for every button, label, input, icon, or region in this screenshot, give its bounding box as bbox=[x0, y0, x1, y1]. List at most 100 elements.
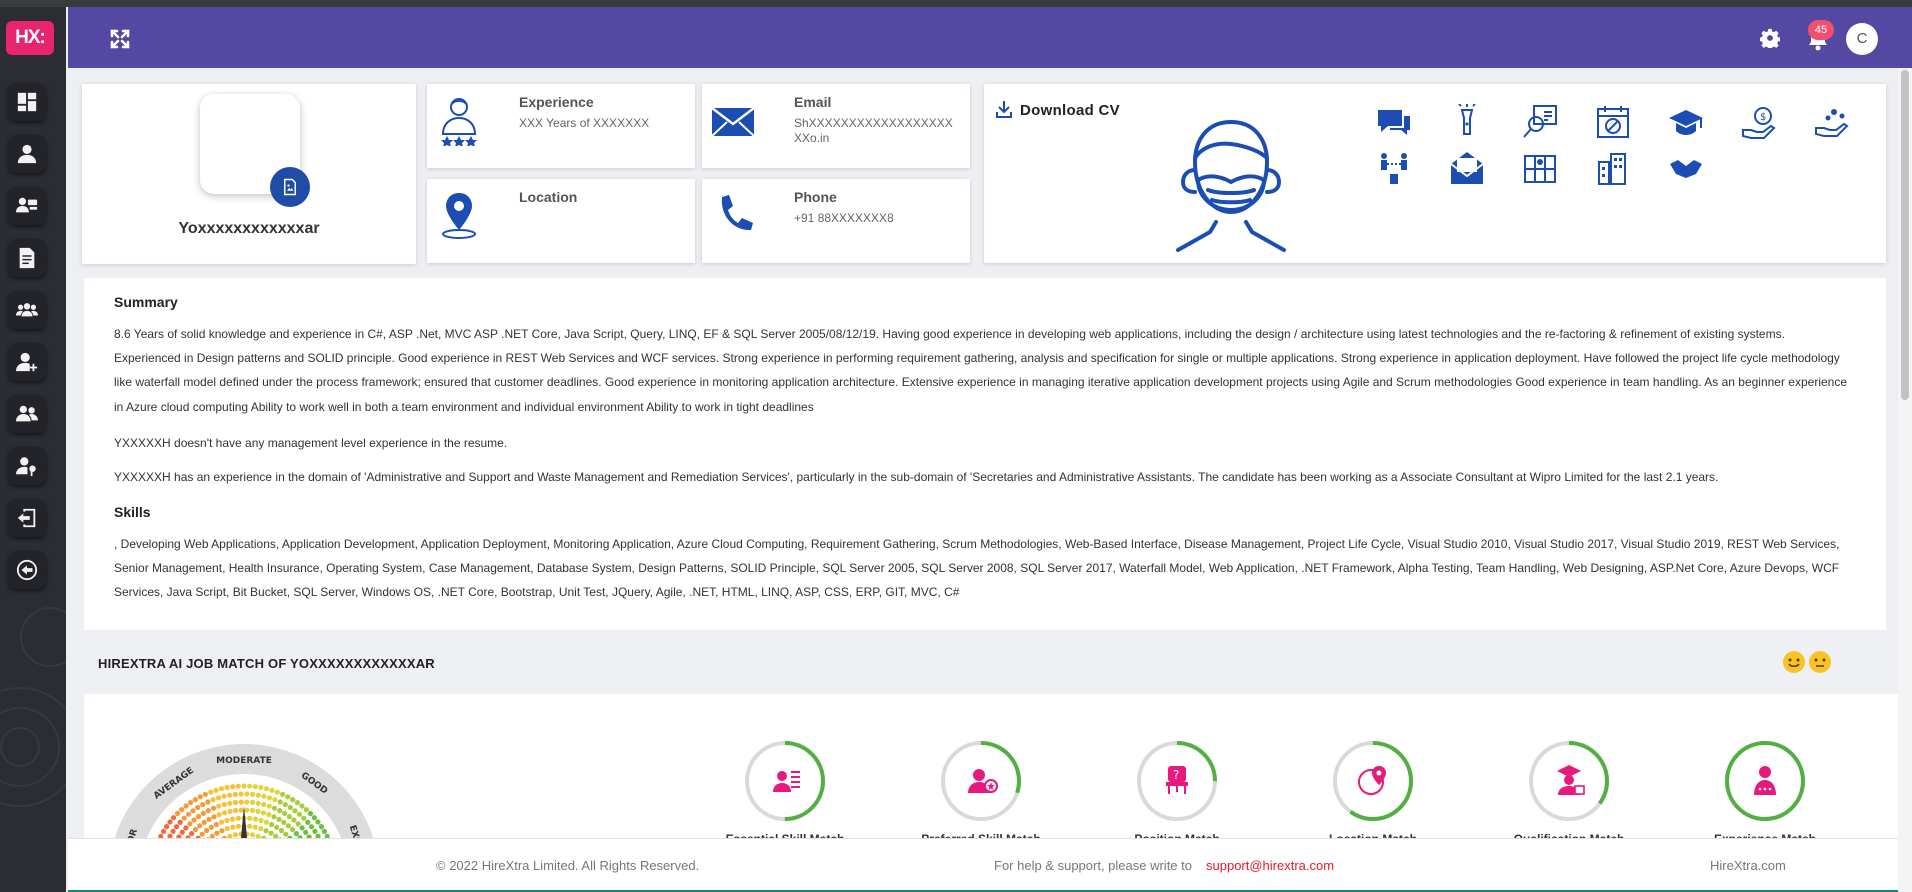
referral-icon[interactable] bbox=[1376, 150, 1412, 186]
gauge-label: MODERATE bbox=[216, 756, 272, 766]
nav-dashboard[interactable] bbox=[8, 83, 46, 121]
chat-icon[interactable] bbox=[1376, 104, 1412, 140]
notification-count-badge: 45 bbox=[1808, 20, 1834, 40]
gauge-dot bbox=[292, 808, 298, 814]
gauge-dot bbox=[269, 821, 275, 828]
upload-photo-button[interactable] bbox=[270, 167, 310, 207]
gauge-dot bbox=[282, 810, 288, 816]
gauge-dot bbox=[213, 821, 219, 828]
smiley-face-icon[interactable] bbox=[1782, 650, 1806, 674]
nav-profile[interactable] bbox=[8, 135, 46, 173]
gauge-dot bbox=[197, 794, 203, 800]
experience-title: Experience bbox=[519, 94, 594, 110]
gauge-dot bbox=[179, 807, 185, 813]
gauge-dot bbox=[266, 795, 273, 801]
gauge-dot bbox=[305, 819, 311, 825]
gauge-dot bbox=[250, 832, 256, 838]
search-report-icon[interactable] bbox=[1522, 104, 1558, 140]
summary-paragraph-1: 8.6 Years of solid knowledge and experie… bbox=[114, 327, 1848, 414]
giving-hand-icon[interactable] bbox=[1814, 104, 1850, 140]
gauge-dot bbox=[269, 787, 275, 793]
download-cv-link[interactable]: Download CV bbox=[1020, 102, 1120, 119]
referral-icon-svg bbox=[1381, 153, 1407, 184]
nav-documents[interactable] bbox=[8, 239, 46, 277]
nav-team[interactable] bbox=[8, 291, 46, 329]
gauge-dot bbox=[167, 819, 173, 825]
nav-logout[interactable] bbox=[8, 499, 46, 537]
gauge-dot bbox=[200, 802, 206, 808]
gauge-dot bbox=[283, 831, 289, 837]
gauge-dot bbox=[266, 811, 272, 818]
graduation-cap-icon[interactable] bbox=[1668, 104, 1704, 140]
map-icon[interactable] bbox=[1522, 150, 1558, 186]
gauge-dot bbox=[230, 816, 236, 822]
match-metric-ring[interactable]: ? bbox=[1136, 740, 1218, 822]
neutral-face-icon[interactable] bbox=[1808, 650, 1832, 674]
match-metric-ring[interactable] bbox=[1528, 740, 1610, 822]
gauge-dot bbox=[249, 799, 256, 806]
nav-candidates[interactable] bbox=[8, 187, 46, 225]
candidates-icon bbox=[16, 197, 38, 213]
gauge-dot bbox=[280, 791, 286, 797]
map-icon-svg bbox=[1524, 155, 1556, 183]
gauge-dot bbox=[232, 832, 238, 838]
gauge-dot bbox=[221, 801, 227, 808]
gauge-dot bbox=[321, 828, 327, 834]
settings-gear-icon[interactable] bbox=[1760, 28, 1780, 48]
skills-title: Skills bbox=[114, 504, 151, 520]
gauge-dot bbox=[312, 828, 318, 834]
fullscreen-expand-icon[interactable] bbox=[108, 27, 132, 51]
nav-add-user[interactable] bbox=[8, 343, 46, 381]
gauge-dot bbox=[211, 814, 217, 820]
top-header: 45 C bbox=[68, 7, 1912, 68]
buildings-icon[interactable] bbox=[1595, 150, 1631, 186]
phone-value: +91 88XXXXXXX8 bbox=[794, 211, 894, 225]
gauge-dot bbox=[183, 803, 189, 809]
gauge-dot bbox=[272, 797, 278, 803]
match-metric-ring[interactable] bbox=[1724, 740, 1806, 822]
app-logo[interactable]: HX: bbox=[6, 21, 54, 55]
gauge-dot bbox=[252, 816, 258, 822]
gauge-dot bbox=[235, 823, 241, 829]
gauge-dot bbox=[224, 784, 230, 791]
gauge-dot bbox=[206, 816, 212, 822]
gauge-dot bbox=[258, 784, 264, 791]
footer-site-link[interactable]: HireXtra.com bbox=[1710, 858, 1786, 873]
handshake-icon[interactable] bbox=[1668, 150, 1704, 186]
nav-users[interactable] bbox=[8, 395, 46, 433]
salary-hand-icon[interactable]: $ bbox=[1741, 104, 1777, 140]
position-icon: ? bbox=[1166, 766, 1188, 794]
gauge-dot bbox=[247, 823, 253, 829]
gauge-dot bbox=[238, 799, 244, 805]
gauge-dot bbox=[161, 828, 167, 834]
user-avatar[interactable]: C bbox=[1846, 23, 1878, 55]
gauge-dot bbox=[263, 819, 269, 825]
window-top-strip bbox=[0, 0, 1912, 7]
candidate-name: Yoxxxxxxxxxxxxar bbox=[178, 220, 320, 237]
gauge-dot bbox=[274, 789, 280, 795]
nav-user-access[interactable] bbox=[8, 447, 46, 485]
match-metric-ring[interactable] bbox=[1332, 740, 1414, 822]
gauge-dot bbox=[208, 789, 214, 795]
support-email-link[interactable]: support@hirextra.com bbox=[1206, 858, 1334, 873]
match-metric-ring[interactable] bbox=[940, 740, 1022, 822]
buildings-icon-svg bbox=[1598, 153, 1626, 185]
gauge-dot bbox=[285, 794, 291, 800]
experience-value: XXX Years of XXXXXXX bbox=[519, 116, 650, 130]
gauge-dot bbox=[276, 816, 282, 822]
calendar-icon[interactable] bbox=[1595, 104, 1631, 140]
footer: © 2022 HireXtra Limited. All Rights Rese… bbox=[68, 838, 1898, 892]
scrollbar-thumb[interactable] bbox=[1901, 70, 1909, 400]
mail-open-icon[interactable] bbox=[1449, 150, 1485, 186]
download-icon[interactable] bbox=[996, 100, 1012, 118]
match-metric-ring[interactable] bbox=[744, 740, 826, 822]
profile-photo-card: Yoxxxxxxxxxxxxar bbox=[82, 84, 416, 264]
flashlight-icon[interactable] bbox=[1449, 103, 1485, 140]
download-cv-card: Download CV $ bbox=[984, 84, 1886, 263]
nav-back[interactable] bbox=[8, 551, 46, 589]
gauge-dot bbox=[185, 811, 192, 817]
experience-person-icon bbox=[441, 98, 477, 146]
gauge-dot bbox=[235, 815, 241, 821]
page-scrollbar[interactable] bbox=[1898, 68, 1912, 892]
sidebar-decoration bbox=[20, 607, 66, 667]
